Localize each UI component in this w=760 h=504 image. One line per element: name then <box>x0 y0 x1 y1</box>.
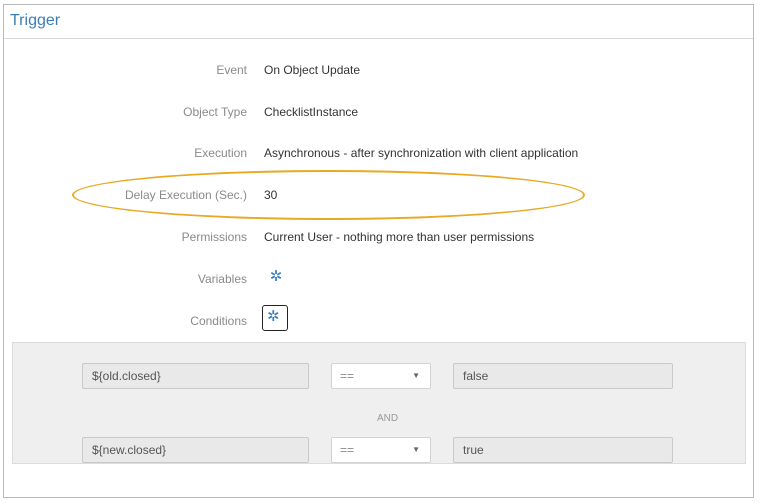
gear-icon: ✲ <box>267 308 280 325</box>
highlight-ellipse <box>72 170 585 220</box>
execution-label: Execution <box>194 146 247 160</box>
operator-value: == <box>340 369 355 383</box>
permissions-value: Current User - nothing more than user pe… <box>264 230 535 244</box>
conditions-row: Conditions ✲ <box>4 305 753 334</box>
gear-icon[interactable]: ✲ <box>268 269 284 285</box>
object-type-row: Object Type ChecklistInstance <box>4 105 753 125</box>
trigger-panel: Trigger Event On Object Update Object Ty… <box>3 4 754 498</box>
conditions-settings-button[interactable]: ✲ <box>262 305 288 331</box>
object-type-label: Object Type <box>183 105 247 119</box>
conditions-panel: ${old.closed} == ▼ false AND ${new.close… <box>12 342 746 464</box>
condition-right-field[interactable]: true <box>453 437 673 463</box>
condition-operator-select[interactable]: == ▼ <box>331 437 431 463</box>
event-value: On Object Update <box>264 63 361 77</box>
condition-operator-select[interactable]: == ▼ <box>331 363 431 389</box>
panel-header: Trigger <box>4 5 753 39</box>
chevron-down-icon: ▼ <box>412 445 420 454</box>
conditions-label: Conditions <box>190 314 247 328</box>
variables-row: Variables ✲ <box>4 269 753 292</box>
variables-label: Variables <box>197 272 247 286</box>
object-type-value: ChecklistInstance <box>264 105 359 119</box>
permissions-row: Permissions Current User - nothing more … <box>4 230 753 250</box>
permissions-label: Permissions <box>181 230 247 244</box>
event-label: Event <box>216 63 247 77</box>
condition-left-field[interactable]: ${old.closed} <box>82 363 309 389</box>
condition-left-field[interactable]: ${new.closed} <box>82 437 309 463</box>
condition-right-field[interactable]: false <box>453 363 673 389</box>
page-title: Trigger <box>10 12 61 29</box>
operator-value: == <box>340 443 355 457</box>
chevron-down-icon: ▼ <box>412 371 420 380</box>
execution-row: Execution Asynchronous - after synchroni… <box>4 146 753 166</box>
and-label: AND <box>377 413 399 424</box>
event-row: Event On Object Update <box>4 63 753 83</box>
execution-value: Asynchronous - after synchronization wit… <box>264 146 579 160</box>
